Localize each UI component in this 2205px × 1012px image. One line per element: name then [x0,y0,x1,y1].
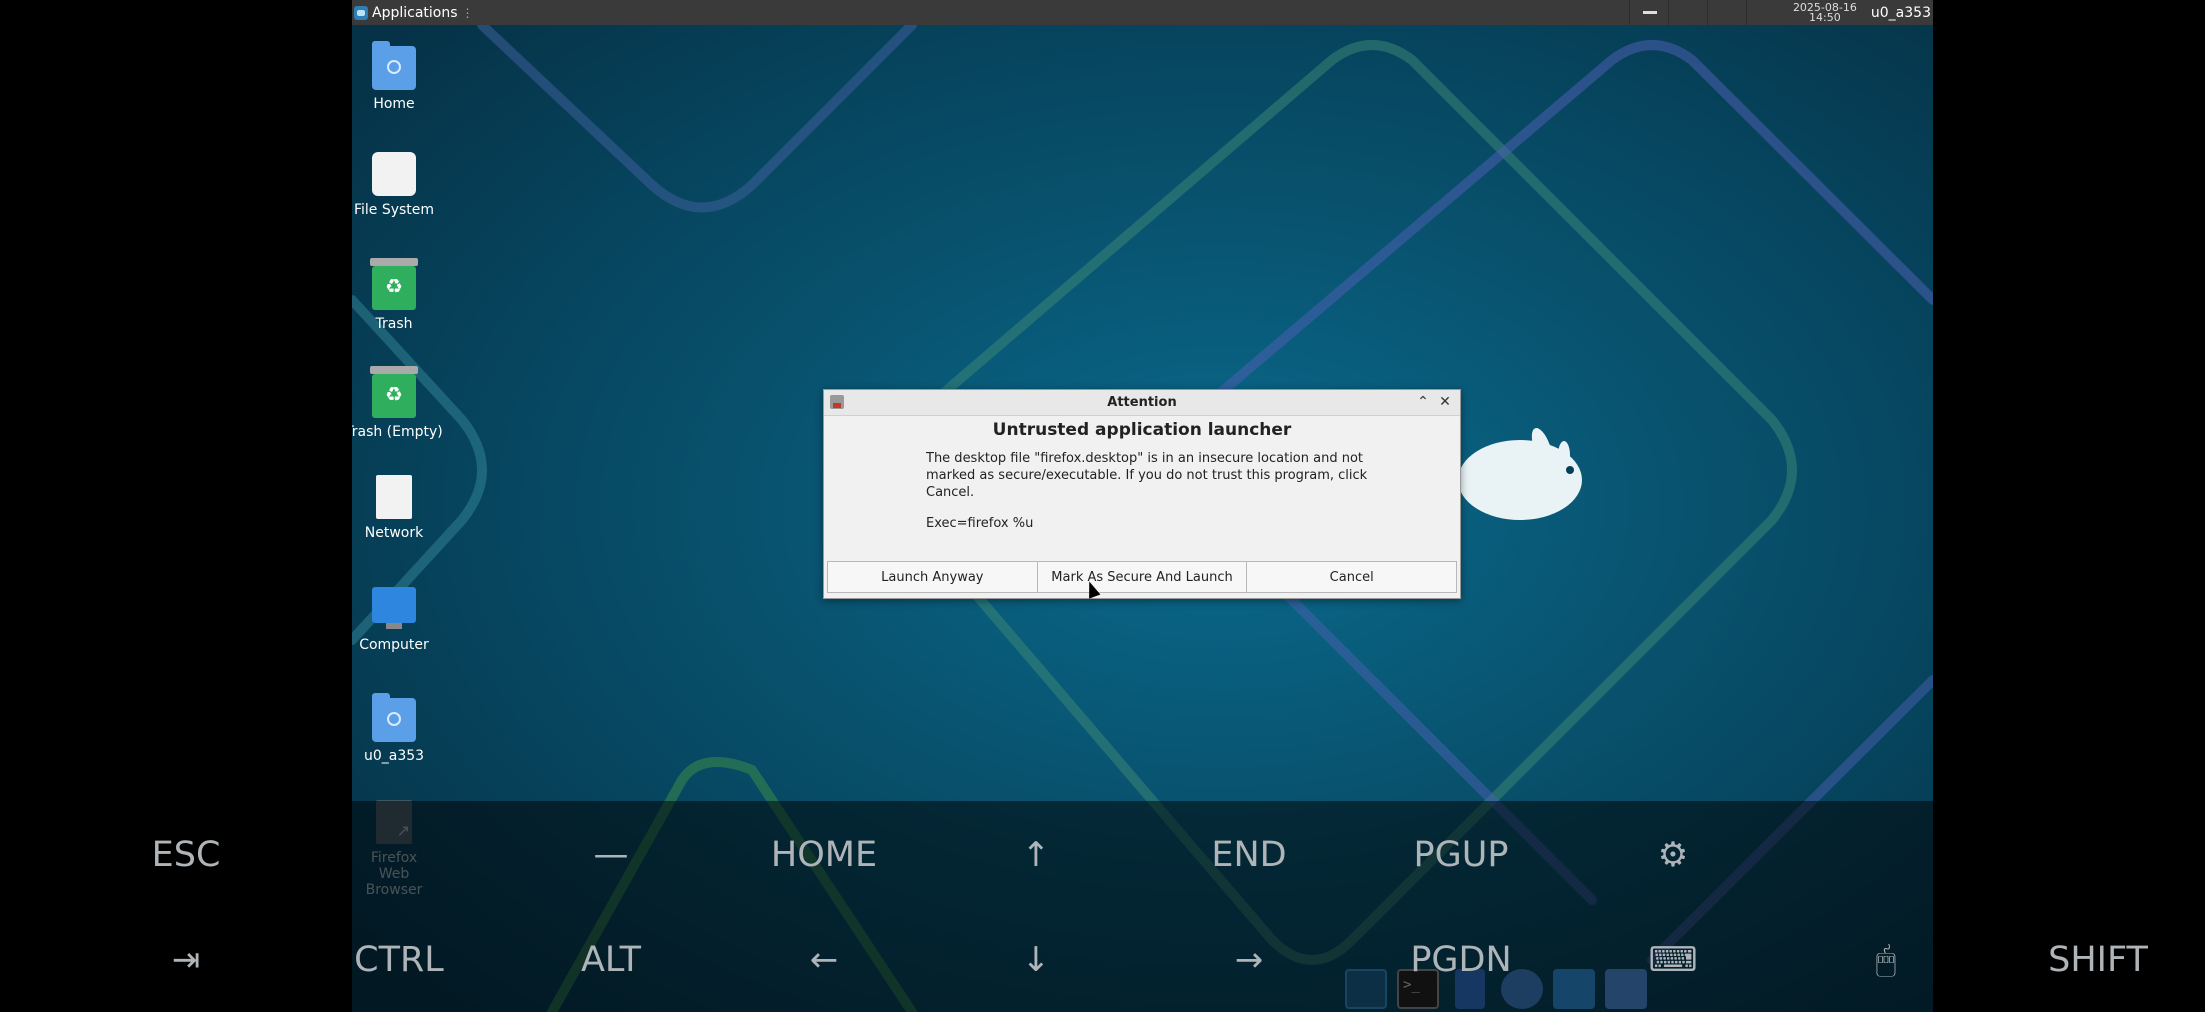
launch-anyway-button[interactable]: Launch Anyway [827,561,1038,593]
applications-logo-icon [354,5,368,20]
alt-key[interactable]: ALT [536,940,686,980]
drive-icon [372,152,416,196]
desktop-icon-user-folder[interactable]: u0_a353 [352,693,449,764]
home-key[interactable]: HOME [749,835,899,875]
desktop-icon-network[interactable]: Network [352,475,449,541]
trash-empty-icon: ♻ [370,366,418,418]
desktop-icon-home[interactable]: Home [352,41,449,112]
tray-slot-2[interactable] [1667,0,1707,25]
home-folder-icon [372,41,416,90]
right-arrow-key[interactable]: → [1174,940,1324,980]
close-window-button[interactable]: ✕ [1436,393,1454,411]
desktop-icon-label: Network [364,525,424,541]
menu-handle-icon: ⋮ [461,5,474,20]
dialog-title: Attention [1107,395,1177,410]
settings-gear-icon[interactable]: ⚙ [1598,835,1748,875]
top-panel: Applications ⋮ 2025-08-16 14:50 u0_a353 [352,0,1933,25]
shade-window-button[interactable]: ⌃ [1414,393,1432,411]
tab-key-icon[interactable]: ⇥ [111,940,261,980]
applications-menu-button[interactable]: Applications ⋮ [354,0,474,25]
tray-slot-3[interactable] [1706,0,1746,25]
shift-key[interactable]: SHIFT [2023,940,2173,980]
clock-time: 14:50 [1809,10,1841,24]
computer-icon [372,587,416,629]
desktop-icon-trash-empty[interactable]: ♻ Trash (Empty) [352,366,449,440]
user-folder-icon [372,693,416,742]
esc-key[interactable]: ESC [111,835,261,875]
tray-slot-4[interactable] [1745,0,1785,25]
desktop-icon-label: Home [373,96,415,112]
dialog-heading: Untrusted application launcher [992,420,1292,440]
keyboard-icon[interactable]: ⌨ [1598,940,1748,980]
mark-secure-and-launch-button[interactable]: Mark As Secure And Launch [1037,561,1248,593]
ctrl-key[interactable]: CTRL [324,940,474,980]
dialog-exec-line: Exec=firefox %u [926,516,1034,531]
end-key[interactable]: END [1174,835,1324,875]
network-icon [376,475,412,519]
desktop-icon-computer[interactable]: Computer [352,587,449,653]
dialog-titlebar[interactable]: Attention ⌃ ✕ [824,390,1460,416]
desktop-icon-label: u0_a353 [363,748,425,764]
applications-menu-label: Applications [372,4,458,21]
desktop-icon-label: Trash (Empty) [352,424,443,440]
extra-keys-bar: ESC — HOME ↑ END PGUP ⚙ ⇥ CTRL ALT ← ↓ →… [0,801,2205,1012]
pgup-key[interactable]: PGUP [1386,835,1536,875]
desktop-icon-trash[interactable]: ♻ Trash [352,258,449,332]
panel-clock[interactable]: 2025-08-16 14:50 [1785,2,1865,24]
untrusted-launcher-dialog: Attention ⌃ ✕ Untrusted application laun… [823,389,1461,599]
panel-username[interactable]: u0_a353 [1865,5,1933,21]
dash-key[interactable]: — [536,835,686,875]
trash-icon: ♻ [370,258,418,310]
mouse-icon[interactable]: 🖱 [1811,940,1961,980]
up-arrow-key[interactable]: ↑ [961,835,1111,875]
desktop-icon-label: Trash [375,316,413,332]
left-arrow-key[interactable]: ← [749,940,899,980]
tray-minimize-icon[interactable] [1628,0,1668,25]
dialog-button-row: Launch Anyway Mark As Secure And Launch … [827,561,1458,593]
system-tray: 2025-08-16 14:50 u0_a353 [1628,0,1933,25]
pgdn-key[interactable]: PGDN [1386,940,1536,980]
dialog-message: The desktop file "firefox.desktop" is in… [926,451,1368,500]
desktop-icon-file-system[interactable]: File System [352,152,449,218]
desktop-icon-label: Computer [359,637,429,653]
cancel-button[interactable]: Cancel [1247,561,1458,593]
desktop-icon-label: File System [353,202,435,218]
down-arrow-key[interactable]: ↓ [961,940,1111,980]
